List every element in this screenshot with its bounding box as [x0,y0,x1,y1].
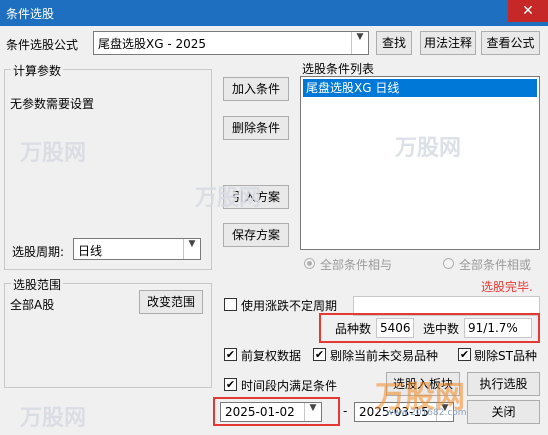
save-scheme-button[interactable]: 保存方案 [223,223,289,247]
use-limit-checkbox[interactable] [224,298,237,311]
window-title: 条件选股 [6,7,55,21]
start-date-picker[interactable]: 2025-01-02 ▼ [220,402,322,422]
period-label: 选股周期: [12,245,65,259]
watermark-logo: 万股网 [20,141,87,166]
formula-value: 尾盘选股XG - 2025 [98,37,207,51]
range-separator: - [343,404,348,418]
exclude-untraded-checkbox[interactable]: ✔ [313,348,326,361]
selected-value: 91/1.7% [464,318,532,338]
scope-group: 选股范围 全部A股 改变范围 [4,276,212,388]
use-limit-label: 使用涨跌不定周期 [241,299,338,313]
exclude-st-checkbox[interactable]: ✔ [458,348,471,361]
chevron-down-icon[interactable]: ▼ [351,32,368,54]
list-item[interactable]: 尾盘选股XG 日线 [303,79,537,97]
conditions-list[interactable]: 尾盘选股XG 日线 [300,76,540,250]
start-date: 2025-01-02 [225,405,295,419]
exclude-st-label: 剔除ST品种 [474,349,537,363]
watermark-logo: 万股网 [395,136,462,161]
watermark-url: www.201682.com [386,408,467,418]
view-formula-button[interactable]: 查看公式 [481,31,540,55]
period-satisfy-label: 时间段内满足条件 [241,379,338,393]
title-bar: 条件选股 ✕ [0,0,548,26]
close-window-button[interactable]: ✕ [508,0,548,22]
variety-label: 品种数 [335,322,372,336]
selected-label: 选中数 [423,322,460,336]
variety-value: 5406 [376,318,414,338]
period-value: 日线 [78,244,103,258]
chevron-down-icon[interactable]: ▼ [304,403,321,421]
conditions-legend: 选股条件列表 [302,62,375,76]
fq-label: 前复权数据 [241,349,302,363]
radio-or-label: 全部条件相或 [459,258,532,272]
find-button[interactable]: 查找 [376,31,412,55]
formula-combo[interactable]: 尾盘选股XG - 2025 ▼ [93,31,369,55]
run-selection-button[interactable]: 执行选股 [467,372,540,396]
usage-button[interactable]: 用法注释 [420,31,476,55]
exclude-untraded-label: 剔除当前未交易品种 [330,349,439,363]
formula-label: 条件选股公式 [6,38,79,52]
fq-checkbox[interactable]: ✔ [224,348,237,361]
chevron-down-icon[interactable]: ▼ [183,239,200,259]
add-condition-button[interactable]: 加入条件 [223,77,289,101]
scope-value: 全部A股 [10,298,55,312]
close-button[interactable]: 关闭 [467,400,540,424]
delete-condition-button[interactable]: 删除条件 [223,116,289,140]
radio-or[interactable] [443,258,454,269]
change-scope-button[interactable]: 改变范围 [139,290,203,314]
params-group: 计算参数 无参数需要设置 选股周期: 日线 ▼ [4,62,212,270]
watermark-logo: 万股网 [195,186,262,211]
params-legend: 计算参数 [11,62,64,79]
period-combo[interactable]: 日线 ▼ [73,238,201,260]
radio-and[interactable] [304,258,315,269]
scope-legend: 选股范围 [11,276,64,293]
period-satisfy-checkbox[interactable]: ✔ [224,378,237,391]
params-empty-text: 无参数需要设置 [10,97,95,111]
radio-and-label: 全部条件相与 [320,258,393,272]
watermark-logo: 万股网 [20,406,87,431]
status-text: 选股完毕. [481,280,533,294]
